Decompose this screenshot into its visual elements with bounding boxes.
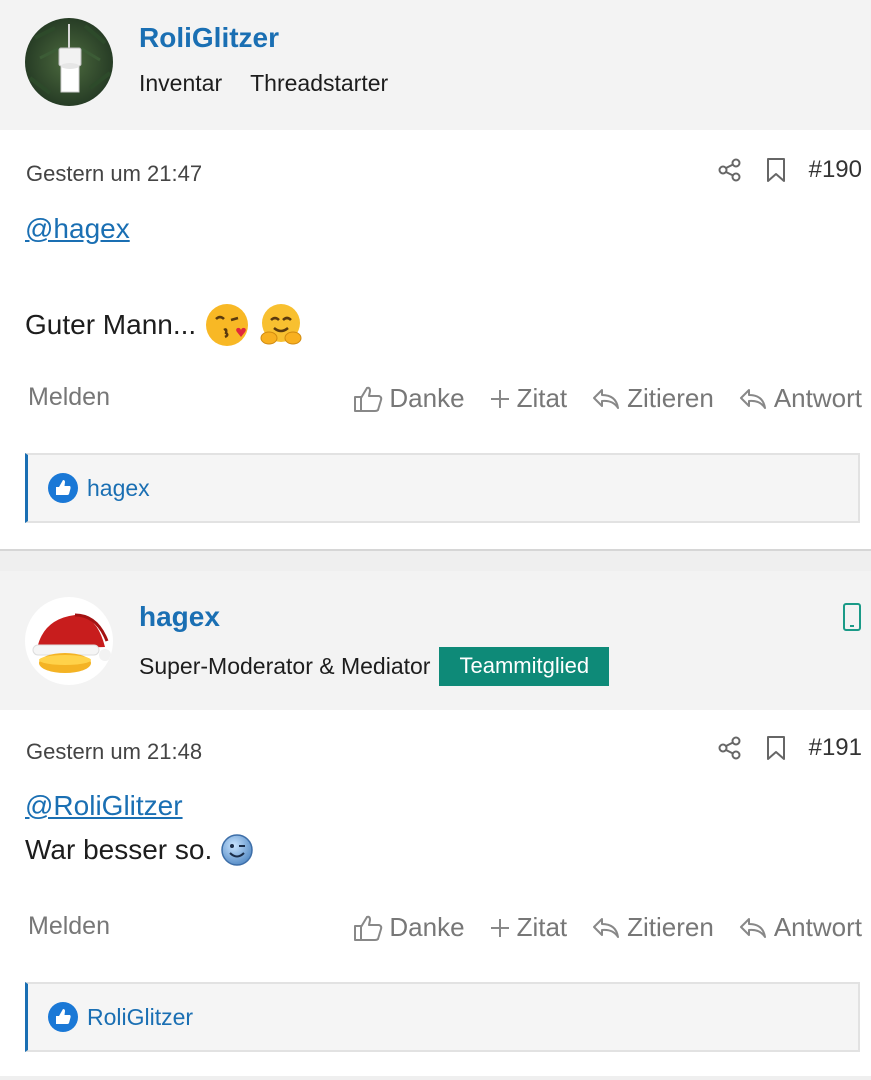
- thumbs-up-icon: [48, 473, 78, 503]
- multiquote-label: Zitat: [516, 383, 568, 413]
- team-member-badge: Teammitglied: [439, 647, 610, 686]
- multiquote-button[interactable]: Zitat: [489, 912, 568, 943]
- report-link[interactable]: Melden: [28, 912, 110, 941]
- post-meta: Gestern um 21:47 #190: [26, 156, 862, 191]
- reply-label: Antwort: [773, 383, 862, 413]
- post-actions: Melden Danke Zitat Zitieren Antwort: [28, 383, 862, 415]
- author-roles: Super-Moderator & Mediator Teammitglied: [139, 647, 610, 686]
- share-icon[interactable]: [717, 735, 743, 761]
- mobile-phone-icon: [843, 603, 861, 631]
- post-body: War besser so.: [25, 833, 254, 867]
- multiquote-button[interactable]: Zitat: [489, 383, 568, 414]
- post-text: War besser so.: [25, 834, 213, 865]
- user-title: Inventar: [139, 70, 223, 96]
- post-timestamp[interactable]: Gestern um 21:48: [26, 739, 202, 765]
- reply-button[interactable]: Antwort: [738, 912, 862, 943]
- author-bar: RoliGlitzer Inventar Threadstarter: [0, 0, 871, 130]
- bookmark-icon[interactable]: [765, 735, 787, 761]
- hugging-face-emoji: [258, 302, 304, 348]
- post-body: Guter Mann...: [25, 302, 304, 348]
- reactions-bar[interactable]: hagex: [25, 453, 860, 523]
- reply-arrow-icon: [591, 916, 621, 940]
- reply-label: Antwort: [773, 912, 862, 942]
- reaction-users[interactable]: RoliGlitzer: [87, 1004, 193, 1031]
- plus-icon: [489, 388, 511, 410]
- quote-button[interactable]: Zitieren: [591, 912, 714, 943]
- author-bar: hagex Super-Moderator & Mediator Teammit…: [0, 571, 871, 710]
- thanks-button[interactable]: Danke: [353, 912, 465, 943]
- bookmark-icon[interactable]: [765, 157, 787, 183]
- avatar[interactable]: [25, 18, 113, 106]
- reply-arrow-icon: [738, 916, 768, 940]
- threadstarter-label: Threadstarter: [250, 70, 389, 96]
- mention-link[interactable]: @RoliGlitzer: [25, 790, 183, 822]
- thanks-label: Danke: [389, 383, 465, 413]
- quote-label: Zitieren: [627, 383, 714, 413]
- bottom-divider: [0, 1076, 871, 1080]
- post-text: Guter Mann...: [25, 309, 197, 340]
- author-name[interactable]: hagex: [139, 601, 220, 633]
- avatar[interactable]: [25, 597, 113, 685]
- reply-arrow-icon: [591, 387, 621, 411]
- author-name[interactable]: RoliGlitzer: [139, 22, 279, 54]
- post-timestamp[interactable]: Gestern um 21:47: [26, 161, 202, 187]
- post-separator: [0, 549, 871, 571]
- kissing-face-with-heart-emoji: [204, 302, 250, 348]
- toilet-paper-holder-icon: [25, 18, 113, 106]
- post-number[interactable]: #191: [809, 734, 862, 762]
- thumbs-up-outline-icon: [353, 914, 383, 942]
- reactions-bar[interactable]: RoliGlitzer: [25, 982, 860, 1052]
- thanks-button[interactable]: Danke: [353, 383, 465, 414]
- thumbs-up-icon: [48, 1002, 78, 1032]
- post-meta: Gestern um 21:48 #191: [26, 734, 862, 769]
- winking-smiley-emoji: [220, 833, 254, 867]
- reaction-users[interactable]: hagex: [87, 475, 150, 502]
- reply-button[interactable]: Antwort: [738, 383, 862, 414]
- report-link[interactable]: Melden: [28, 383, 110, 412]
- mention-link[interactable]: @hagex: [25, 213, 130, 245]
- quote-label: Zitieren: [627, 912, 714, 942]
- plus-icon: [489, 917, 511, 939]
- post-actions: Melden Danke Zitat Zitieren Antwort: [28, 912, 862, 944]
- thumbs-up-outline-icon: [353, 385, 383, 413]
- santa-hat-avatar-icon: [25, 597, 113, 685]
- quote-button[interactable]: Zitieren: [591, 383, 714, 414]
- multiquote-label: Zitat: [516, 912, 568, 942]
- post-number[interactable]: #190: [809, 156, 862, 184]
- user-title: Super-Moderator & Mediator: [139, 653, 431, 679]
- reply-arrow-icon: [738, 387, 768, 411]
- author-roles: Inventar Threadstarter: [139, 70, 388, 97]
- thanks-label: Danke: [389, 912, 465, 942]
- share-icon[interactable]: [717, 157, 743, 183]
